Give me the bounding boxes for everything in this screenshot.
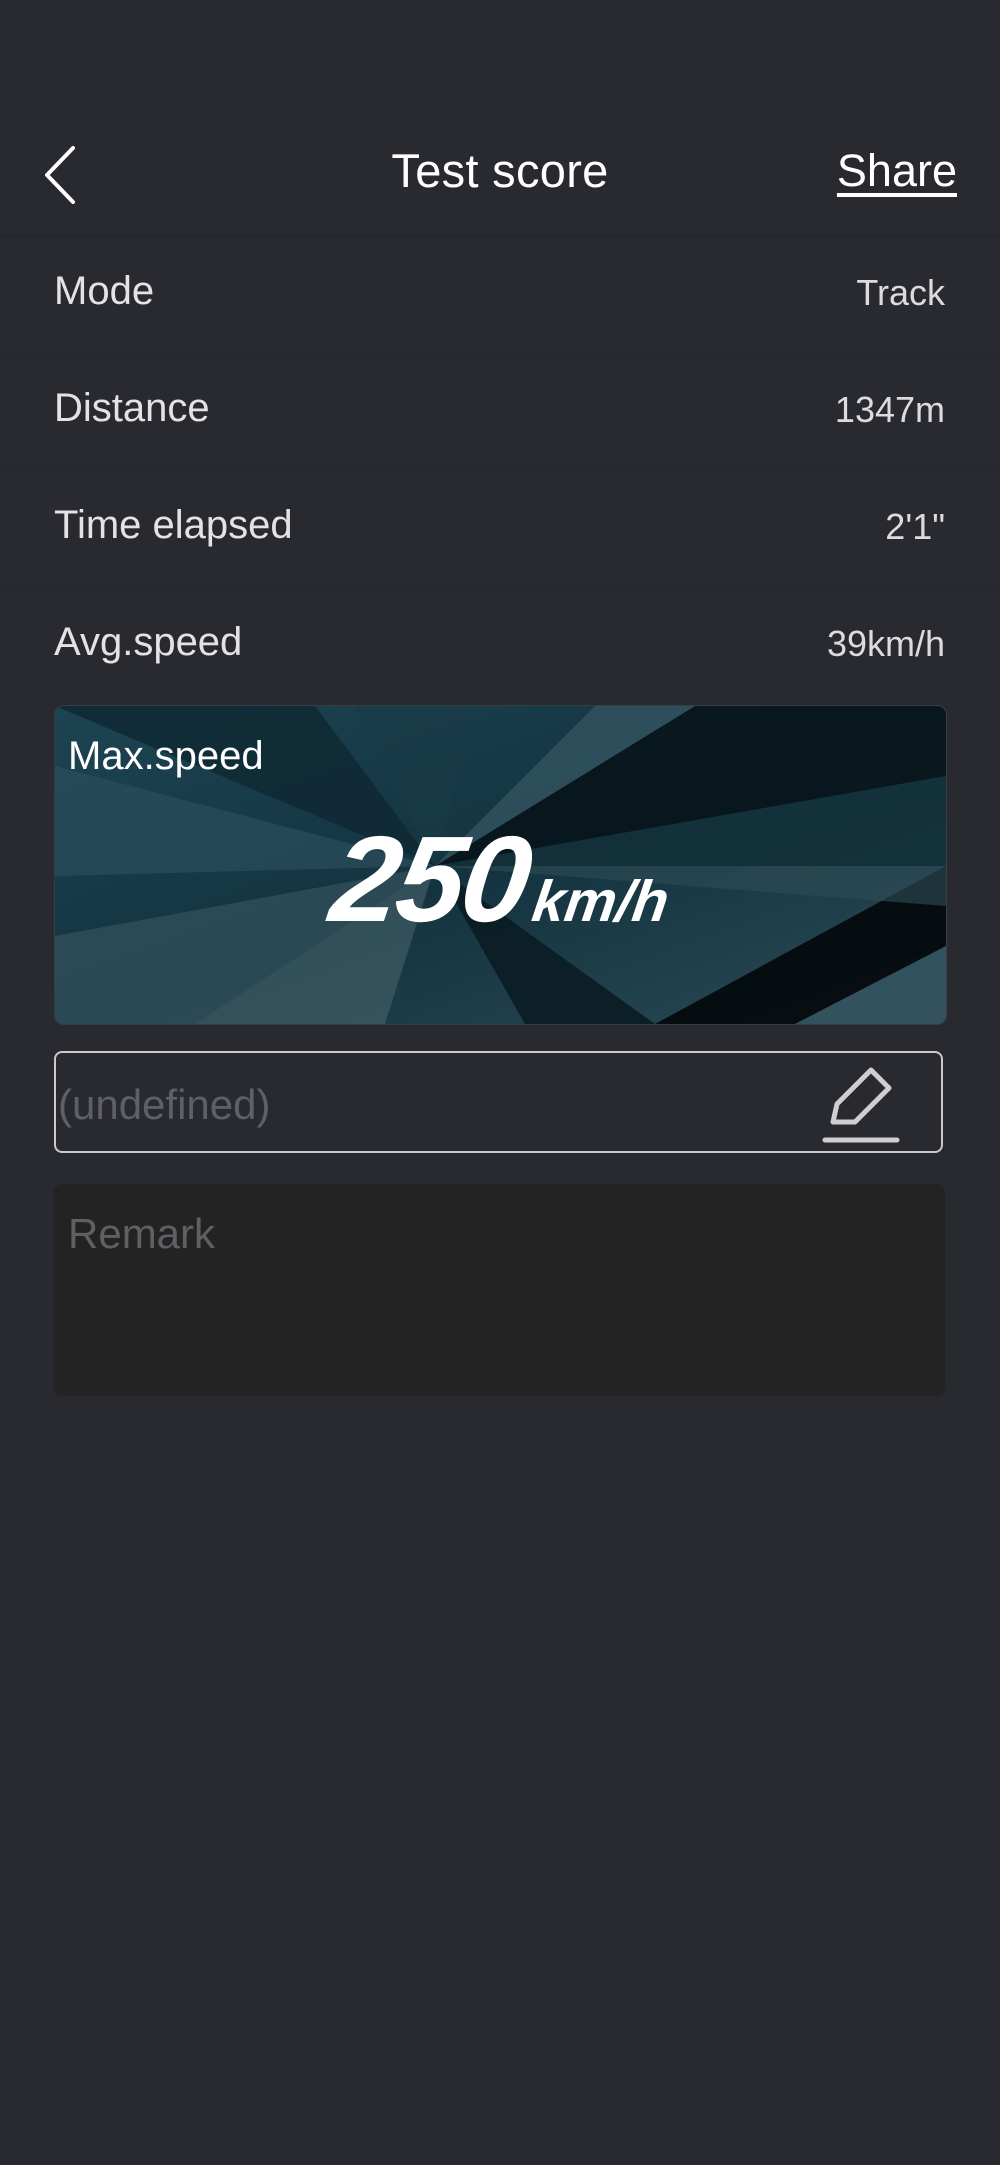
max-speed-label: Max.speed <box>68 734 264 778</box>
stat-row-avg-speed: Avg.speed 39km/h <box>0 587 1000 704</box>
max-speed-banner: Max.speed 250km/h <box>54 705 947 1025</box>
pencil-edit-icon <box>822 1067 900 1143</box>
stat-value: 2'1" <box>885 506 945 547</box>
edit-name-button[interactable] <box>819 1064 903 1146</box>
test-score-screen: Test score Share Mode Track Distance 134… <box>0 0 1000 2165</box>
stat-row-mode: Mode Track <box>0 236 1000 354</box>
stat-value: 39km/h <box>826 623 945 664</box>
stat-row-time-elapsed: Time elapsed 2'1" <box>0 470 1000 588</box>
stat-label: Mode <box>54 269 155 313</box>
max-speed-unit: km/h <box>528 869 674 934</box>
stat-value: Track <box>856 272 945 313</box>
record-name-field[interactable]: (undefined) <box>54 1051 943 1153</box>
stat-row-distance: Distance 1347m <box>0 353 1000 471</box>
max-speed-readout: 250km/h <box>55 809 946 949</box>
remark-textarea[interactable]: Remark <box>54 1184 945 1396</box>
stat-value: 1347m <box>834 389 945 430</box>
max-speed-value: 250 <box>322 811 537 947</box>
record-name-placeholder: (undefined) <box>58 1081 271 1128</box>
share-button[interactable]: Share <box>837 145 957 197</box>
remark-placeholder: Remark <box>68 1210 216 1257</box>
stat-label: Time elapsed <box>54 503 293 547</box>
nav-header: Test score Share <box>0 0 1000 237</box>
stat-label: Distance <box>54 386 210 430</box>
stat-label: Avg.speed <box>54 620 243 664</box>
